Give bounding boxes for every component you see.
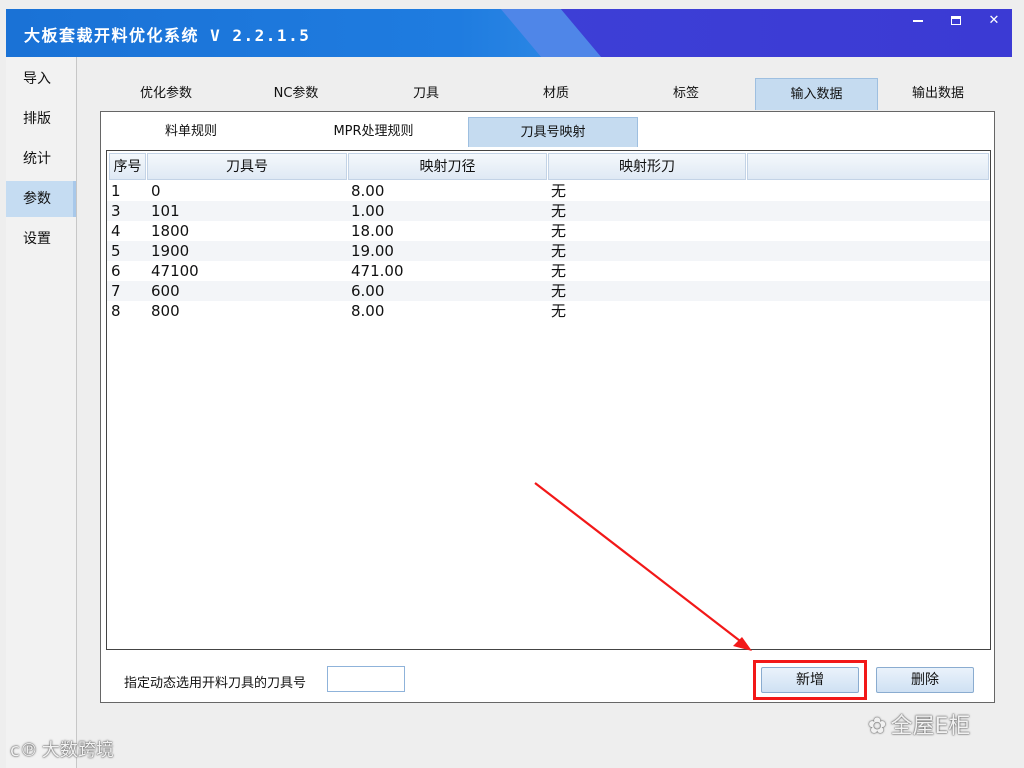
wechat-icon: ✿ (868, 714, 887, 739)
close-icon: ✕ (988, 13, 1000, 28)
watermark-logo-icon: ⅽ℗ (10, 740, 38, 761)
column-header-tool-number[interactable]: 刀具号 (147, 153, 347, 180)
cell-mapped-diameter: 8.00 (351, 302, 385, 320)
cell-index: 8 (111, 302, 121, 320)
sidebar: 导入 排版 统计 参数 设置 (6, 57, 77, 768)
maximize-button[interactable] (938, 9, 974, 33)
dynamic-tool-label: 指定动态选用开料刀具的刀具号 (124, 676, 307, 691)
tab-nc-params[interactable]: NC参数 (236, 78, 356, 110)
cell-mapped-diameter: 6.00 (351, 282, 385, 300)
column-header-index[interactable]: 序号 (109, 153, 146, 180)
cell-mapped-shape-tool: 无 (551, 282, 567, 300)
table-body: 1 0 8.00 无 3 101 1.00 无 4 1800 18.00 无 5 1900 19.00 无 6 4… (107, 181, 990, 321)
cell-mapped-shape-tool: 无 (551, 302, 567, 320)
cell-tool-number: 1800 (151, 222, 190, 240)
table-row[interactable]: 8 800 8.00 无 (107, 301, 990, 321)
minimize-button[interactable] (900, 9, 936, 33)
table-row[interactable]: 7 600 6.00 无 (107, 281, 990, 301)
tab-output-data[interactable]: 输出数据 (878, 78, 998, 110)
tab-input-data[interactable]: 输入数据 (755, 78, 878, 110)
column-header-mapped-shape-tool[interactable]: 映射形刀 (548, 153, 746, 180)
table-row[interactable]: 6 47100 471.00 无 (107, 261, 990, 281)
mapping-panel: 料单规则 MPR处理规则 刀具号映射 序号 刀具号 映射刀径 映射形刀 1 0 8.… (100, 111, 995, 703)
title-bar: 大板套裁开料优化系统 V 2.2.1.5 ✕ (6, 9, 1012, 57)
table-row[interactable]: 1 0 8.00 无 (107, 181, 990, 201)
cell-mapped-diameter: 1.00 (351, 202, 385, 220)
maximize-icon (951, 16, 961, 25)
tab-materials[interactable]: 材质 (496, 78, 616, 110)
table-row[interactable]: 4 1800 18.00 无 (107, 221, 990, 241)
title-bar-stripe (492, 9, 620, 57)
table-header: 序号 刀具号 映射刀径 映射形刀 (107, 151, 990, 180)
cell-mapped-shape-tool: 无 (551, 222, 567, 240)
close-button[interactable]: ✕ (976, 9, 1012, 33)
column-header-mapped-diameter[interactable]: 映射刀径 (348, 153, 547, 180)
cell-index: 7 (111, 282, 121, 300)
table-row[interactable]: 5 1900 19.00 无 (107, 241, 990, 261)
sidebar-item-parameters[interactable]: 参数 (6, 181, 76, 217)
cell-index: 3 (111, 202, 121, 220)
cell-tool-number: 0 (151, 182, 161, 200)
cell-tool-number: 1900 (151, 242, 190, 260)
tab-cutlist-rules[interactable]: 料单规则 (121, 117, 261, 147)
sidebar-item-layout[interactable]: 排版 (6, 101, 76, 137)
cell-index: 6 (111, 262, 121, 280)
tab-mpr-rules[interactable]: MPR处理规则 (301, 117, 446, 147)
cell-tool-number: 800 (151, 302, 180, 320)
cell-index: 5 (111, 242, 121, 260)
tab-labels[interactable]: 标签 (626, 78, 746, 110)
main-tab-bar: 优化参数 NC参数 刀具 材质 标签 输入数据 输出数据 (96, 78, 1006, 110)
delete-button[interactable]: 删除 (876, 667, 974, 693)
tab-tool-number-mapping[interactable]: 刀具号映射 (468, 117, 638, 147)
cell-mapped-diameter: 19.00 (351, 242, 394, 260)
cell-mapped-shape-tool: 无 (551, 202, 567, 220)
watermark-left-text: 大数跨境 (41, 740, 114, 761)
watermark-left: ⅽ℗ 大数跨境 (10, 736, 114, 762)
cell-mapped-shape-tool: 无 (551, 182, 567, 200)
cell-tool-number: 101 (151, 202, 180, 220)
tab-optimization-params[interactable]: 优化参数 (106, 78, 226, 110)
column-header-empty (747, 153, 989, 180)
tool-mapping-table: 序号 刀具号 映射刀径 映射形刀 1 0 8.00 无 3 101 1.00 无 4 1800 18… (106, 150, 991, 650)
cell-mapped-shape-tool: 无 (551, 242, 567, 260)
sidebar-item-settings[interactable]: 设置 (6, 221, 76, 257)
cell-tool-number: 600 (151, 282, 180, 300)
cell-mapped-diameter: 471.00 (351, 262, 404, 280)
cell-mapped-shape-tool: 无 (551, 262, 567, 280)
table-row[interactable]: 3 101 1.00 无 (107, 201, 990, 221)
minimize-icon (913, 19, 923, 22)
sidebar-item-import[interactable]: 导入 (6, 61, 76, 97)
cell-tool-number: 47100 (151, 262, 199, 280)
cell-index: 1 (111, 182, 121, 200)
add-button[interactable]: 新增 (761, 667, 859, 693)
dynamic-tool-input[interactable] (327, 666, 405, 692)
window-title: 大板套裁开料优化系统 V 2.2.1.5 (24, 26, 311, 45)
watermark-right-text: 全屋E柜 (890, 714, 971, 739)
watermark-right: ✿ 全屋E柜 (868, 708, 970, 740)
sidebar-item-statistics[interactable]: 统计 (6, 141, 76, 177)
sub-tab-bar: 料单规则 MPR处理规则 刀具号映射 (101, 112, 994, 148)
cell-mapped-diameter: 18.00 (351, 222, 394, 240)
cell-index: 4 (111, 222, 121, 240)
cell-mapped-diameter: 8.00 (351, 182, 385, 200)
tab-tools[interactable]: 刀具 (366, 78, 486, 110)
